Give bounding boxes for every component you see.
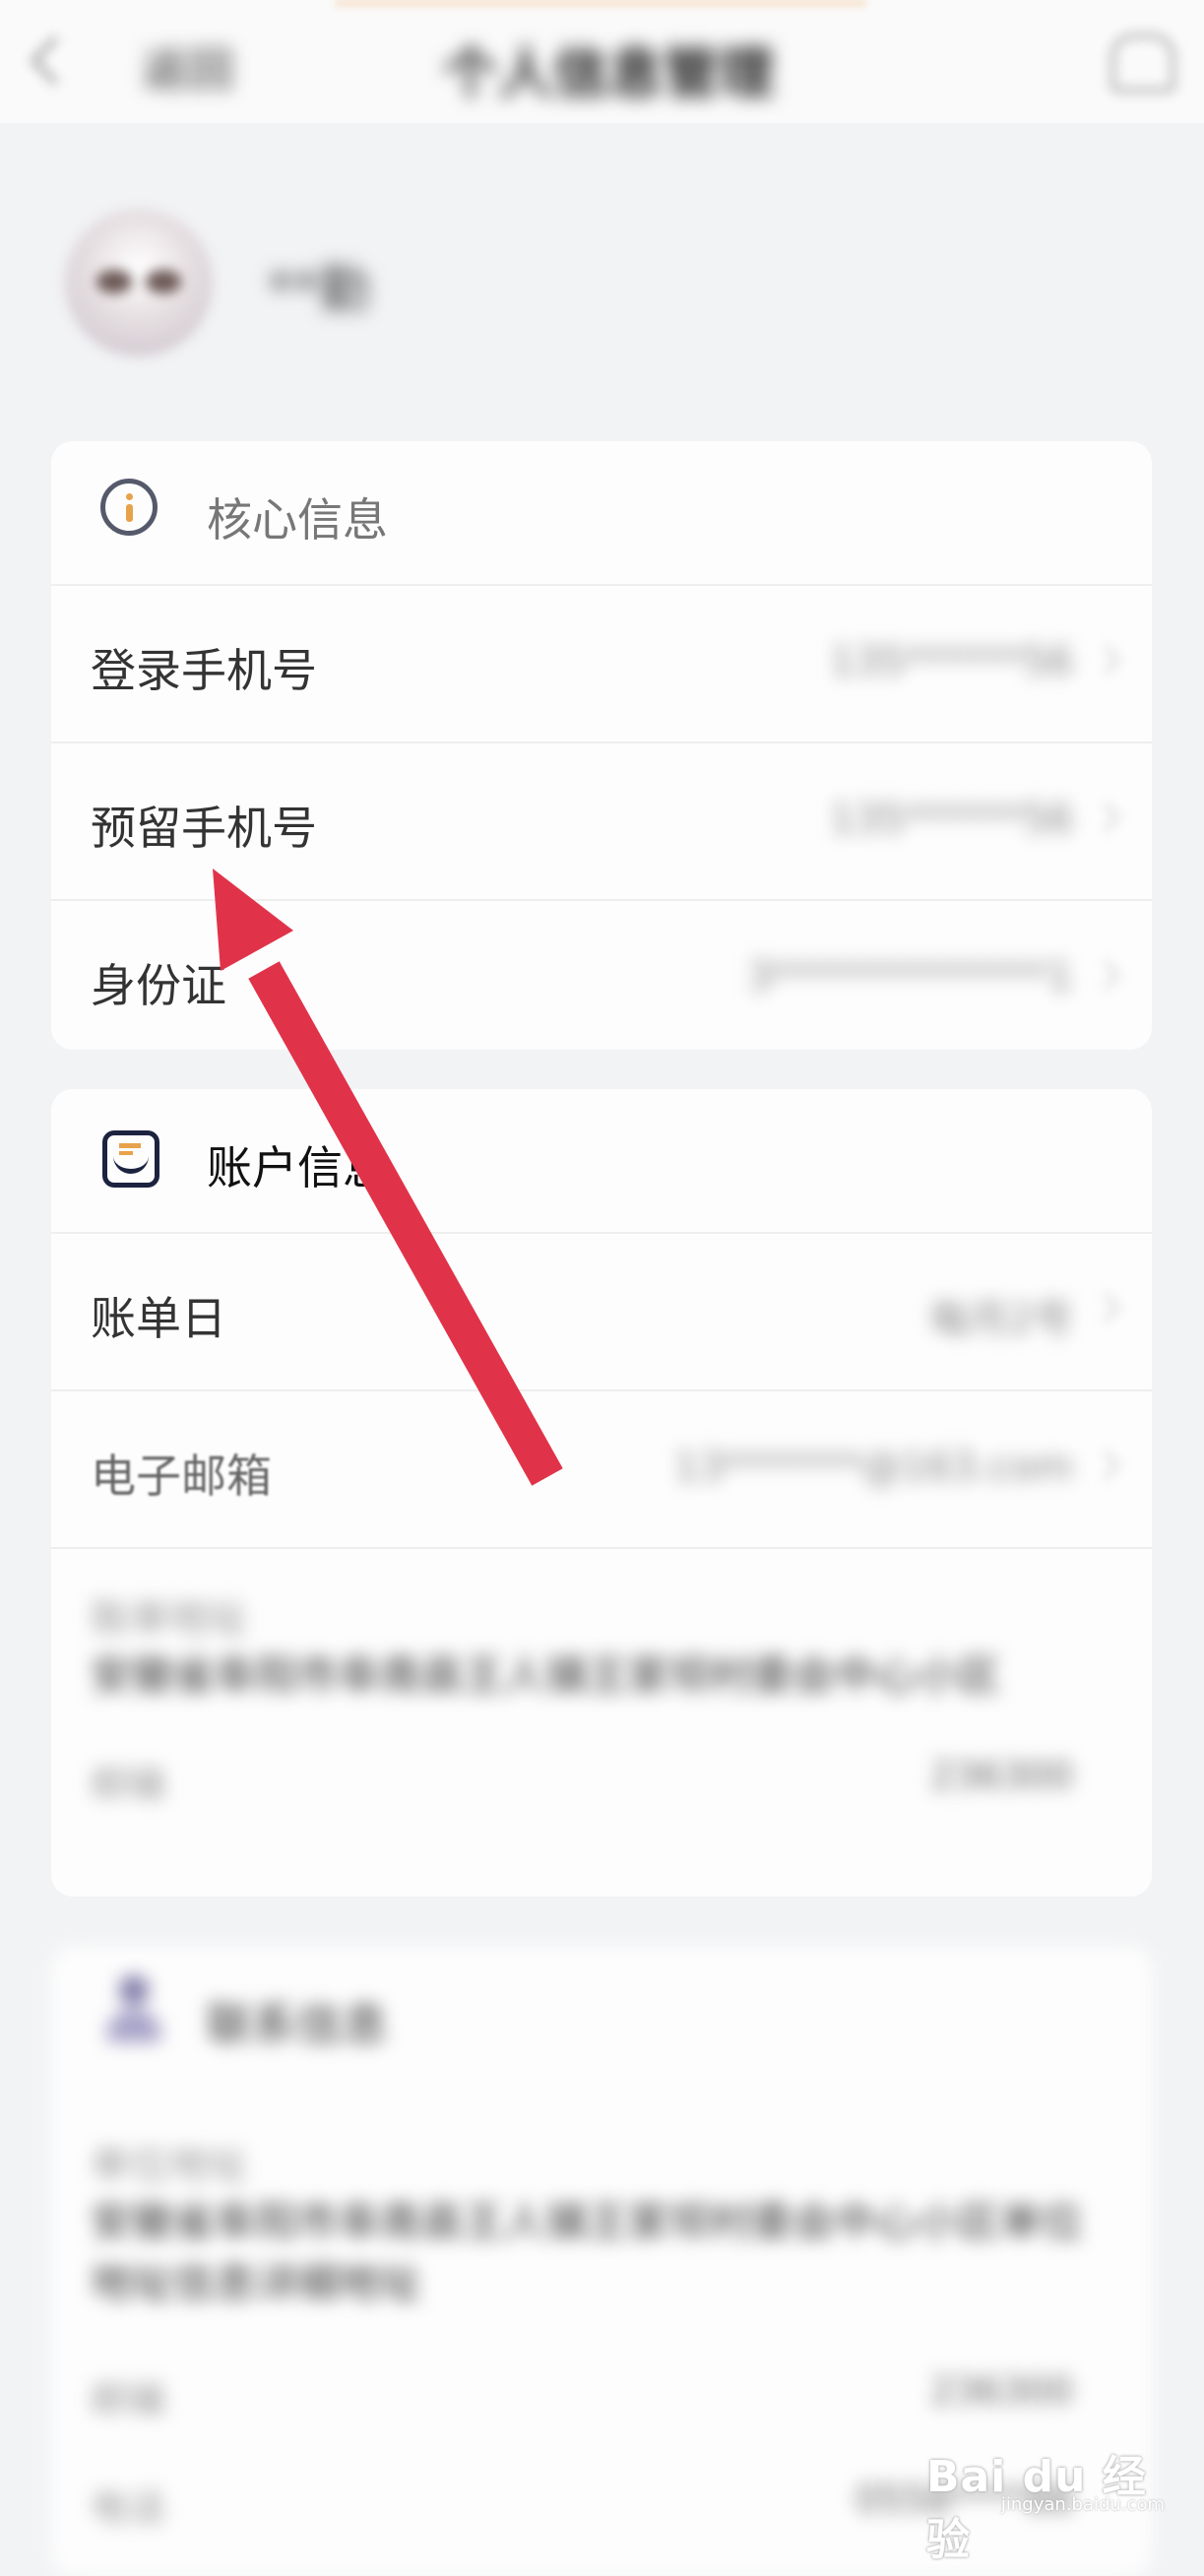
chevron-right-icon	[1090, 644, 1121, 676]
contact-postcode-label: 邮编	[91, 2378, 166, 2421]
login-phone-label: 登录手机号	[91, 644, 317, 697]
bill-postcode-label: 邮编	[91, 1763, 166, 1806]
chevron-right-icon	[1090, 1449, 1121, 1481]
id-card-label: 身份证	[91, 959, 226, 1012]
bill-address-section[interactable]: 账单地址 安徽省阜阳市阜南县王人镇王家坝村委会中心小区 邮编 236300	[51, 1547, 1152, 1882]
chevron-right-icon	[1090, 959, 1121, 991]
avatar	[65, 209, 213, 356]
email-row[interactable]: 电子邮箱 13*******@163.com	[51, 1389, 1152, 1549]
core-info-header: 核心信息	[51, 441, 1152, 586]
contact-phone-label: 电话	[91, 2486, 166, 2530]
company-address-text: 安徽省阜阳市阜南县王人镇王家坝村委会中心小区单位地址信息详细地址	[91, 2198, 1084, 2307]
bill-postcode-value: 236300	[929, 1754, 1073, 1797]
bill-address-text: 安徽省阜阳市阜南县王人镇王家坝村委会中心小区	[91, 1651, 1001, 1700]
core-info-title: 核心信息	[207, 493, 388, 547]
email-value: 13*******@163.com	[673, 1445, 1073, 1490]
id-card-row[interactable]: 身份证 3**************1	[51, 899, 1152, 1057]
baidu-watermark: Bai du 经验 jingyan.baidu.com	[926, 2429, 1182, 2565]
watermark-url: jingyan.baidu.com	[1000, 2494, 1165, 2515]
core-info-card: 核心信息 登录手机号 135******56 预留手机号 135******56…	[51, 441, 1152, 1050]
page-title: 个人信息管理	[443, 42, 774, 106]
id-card-value: 3**************1	[747, 954, 1073, 999]
bill-day-row[interactable]: 账单日 每月2号	[51, 1232, 1152, 1391]
top-navigation-bar: 返回 个人信息管理	[0, 0, 1204, 123]
company-address-label: 单位地址	[91, 2143, 248, 2188]
login-phone-value: 135******56	[829, 639, 1073, 684]
email-label: 电子邮箱	[91, 1449, 272, 1503]
bill-day-label: 账单日	[91, 1292, 226, 1345]
back-label[interactable]: 返回	[143, 34, 233, 99]
chevron-right-icon	[1090, 1292, 1121, 1323]
bill-address-label: 账单地址	[91, 1596, 248, 1642]
reserved-phone-value: 135******56	[829, 797, 1073, 842]
info-icon	[100, 479, 158, 536]
status-accent	[335, 0, 866, 6]
reserved-phone-label: 预留手机号	[91, 802, 317, 855]
customer-service-icon[interactable]	[1110, 33, 1175, 93]
account-info-header: 账户信息	[51, 1089, 1152, 1234]
reserved-phone-row[interactable]: 预留手机号 135******56	[51, 741, 1152, 901]
account-info-title: 账户信息	[207, 1141, 388, 1194]
account-info-card: 账户信息 账单日 每月2号 电子邮箱 13*******@163.com 账单地…	[51, 1089, 1152, 1897]
username: **勤	[268, 261, 371, 320]
contact-info-title: 联系信息	[207, 1998, 388, 2051]
user-icon	[102, 1975, 165, 2044]
chevron-right-icon	[1090, 802, 1121, 833]
back-arrow-icon[interactable]	[30, 35, 80, 86]
login-phone-row[interactable]: 登录手机号 135******56	[51, 584, 1152, 743]
contact-postcode-value: 236300	[929, 2369, 1073, 2413]
contact-info-header[interactable]: 联系信息	[51, 1946, 1152, 2089]
bill-day-value: 每月2号	[929, 1297, 1073, 1342]
mail-icon	[102, 1130, 159, 1188]
